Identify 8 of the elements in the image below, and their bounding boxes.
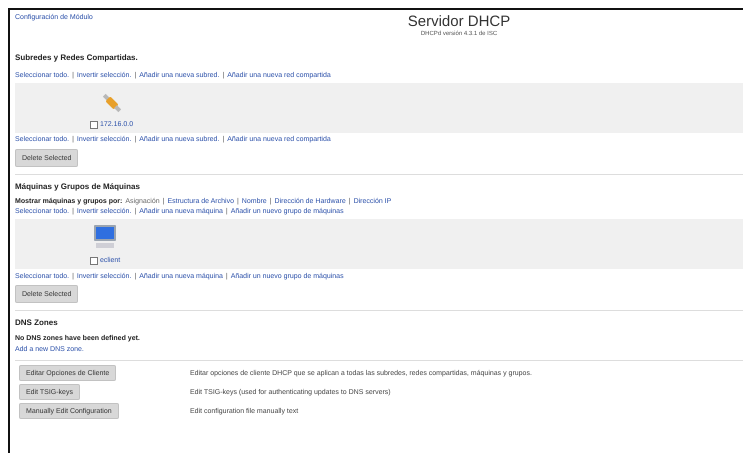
- section-heading: DNS Zones: [15, 318, 59, 327]
- page-title: Servidor DHCP: [408, 13, 510, 30]
- checkbox[interactable]: [90, 120, 98, 128]
- network-cable-icon: [100, 92, 123, 114]
- section-heading: Subredes y Redes Compartidas.: [15, 53, 139, 62]
- monitor-icon: [93, 224, 118, 250]
- checkbox[interactable]: [90, 256, 98, 264]
- section-heading: Máquinas y Grupos de Máquinas: [15, 182, 141, 191]
